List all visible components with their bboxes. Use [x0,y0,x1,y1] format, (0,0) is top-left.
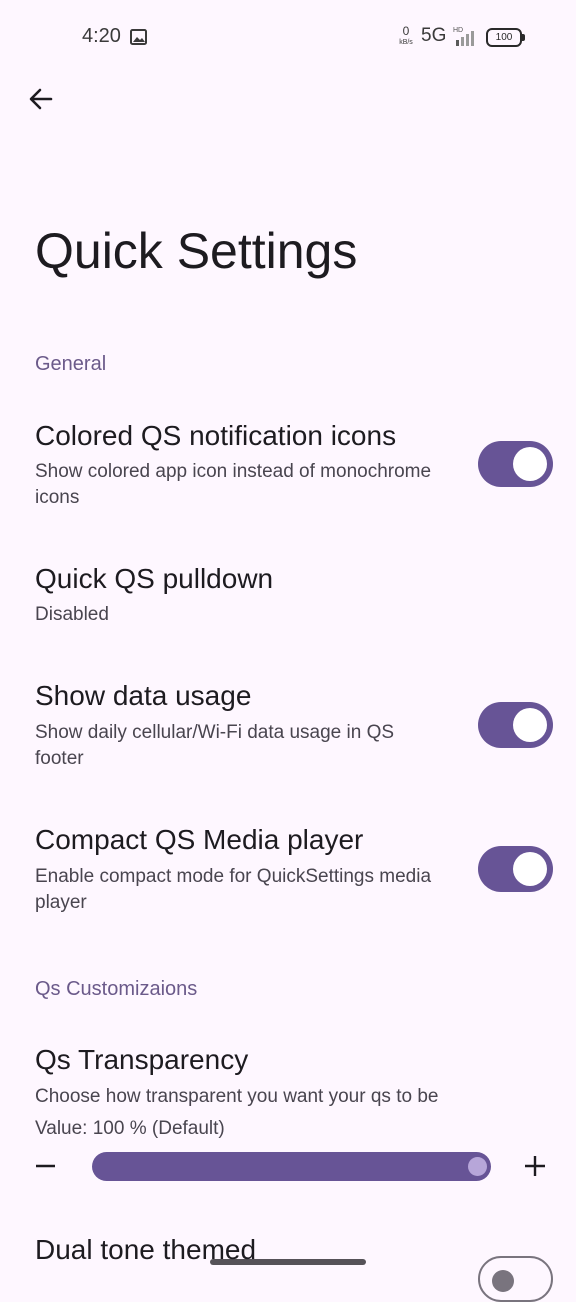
toggle-knob [492,1270,514,1292]
colored-icons-toggle[interactable] [478,441,553,487]
pref-compact-media[interactable]: Compact QS Media player Enable compact m… [0,806,576,936]
plus-icon[interactable] [524,1155,546,1177]
pref-title: Show data usage [35,680,252,711]
pref-data-usage[interactable]: Show data usage Show daily cellular/Wi-F… [0,662,576,792]
battery-tip [522,34,525,41]
pref-quick-pulldown[interactable]: Quick QS pulldown Disabled [0,546,576,646]
toggle-knob [513,852,547,886]
network-speed-value: 0 [402,24,410,38]
signal-strength-icon [456,31,474,46]
battery-level: 100 [486,28,522,47]
transparency-slider[interactable] [92,1152,491,1181]
arrow-back-icon[interactable] [22,80,60,118]
pref-title: Quick QS pulldown [35,563,274,594]
network-speed-unit: kB/s [399,39,413,46]
pref-summary: Enable compact mode for QuickSettings me… [35,866,432,913]
pref-summary: Show daily cellular/Wi-Fi data usage in … [35,722,395,769]
pref-colored-icons[interactable]: Colored QS notification icons Show color… [0,400,576,530]
status-bar: 4:20 0 kB/s 5G HD 100 [0,0,576,76]
image-icon [130,29,147,45]
slider-thumb[interactable] [468,1157,487,1176]
network-speed: 0 kB/s [396,25,416,47]
toggle-knob [513,447,547,481]
data-usage-toggle[interactable] [478,702,553,748]
section-header-customizations: Qs Customizaions [35,978,198,1000]
transparency-value: Value: 100 % (Default) [35,1118,225,1139]
pref-title: Colored QS notification icons [35,420,397,451]
pref-title: Compact QS Media player [35,824,364,855]
gesture-nav-handle[interactable] [210,1259,366,1265]
pref-summary: Disabled [35,604,109,625]
transparency-summary: Choose how transparent you want your qs … [35,1086,439,1107]
pref-summary: Show colored app icon instead of monochr… [35,461,432,508]
compact-media-toggle[interactable] [478,846,553,892]
transparency-title: Qs Transparency [35,1044,249,1075]
network-type: 5G [421,25,447,46]
section-header-general: General [35,353,107,375]
minus-icon[interactable] [35,1155,57,1177]
toggle-knob [513,708,547,742]
status-time: 4:20 [82,25,121,47]
battery-icon: 100 [486,28,526,47]
page-title: Quick Settings [35,223,358,279]
dual-tone-toggle[interactable] [478,1256,553,1302]
